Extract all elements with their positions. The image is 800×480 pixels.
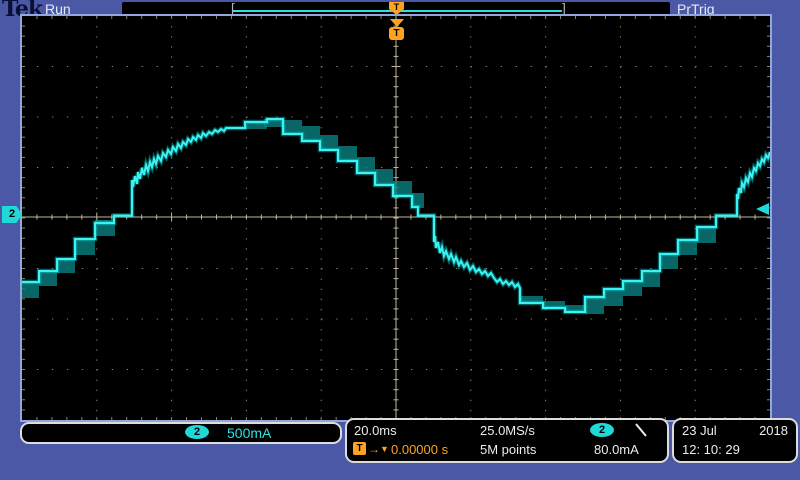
- record-length: 5M points: [480, 442, 536, 457]
- waveform-display: [22, 16, 770, 420]
- trigger-slope-falling-icon: [633, 422, 649, 438]
- trigger-position-arrow-icon: [390, 19, 404, 27]
- trigger-position-value: 0.00000 s: [391, 442, 448, 457]
- channel2-ground-marker: 2: [2, 206, 22, 223]
- channel2-badge: 2: [185, 425, 209, 439]
- marker-down-icon: ▼: [380, 444, 389, 454]
- graticule: [20, 14, 772, 422]
- channel2-scale: 500mA: [227, 425, 271, 441]
- trigger-source-badge: 2: [590, 423, 614, 437]
- arrow-right-icon: →: [368, 442, 380, 456]
- date-label: 23 Jul: [682, 423, 717, 438]
- year-label: 2018: [759, 423, 788, 438]
- time-label: 12: 10: 29: [682, 442, 740, 457]
- datetime-readout: 23 Jul 2018 12: 10: 29: [672, 418, 798, 463]
- channel2-readout: 2 500mA: [20, 422, 342, 444]
- trigger-level-value: 80.0mA: [594, 442, 639, 457]
- timebase-trigger-readout: 20.0ms 25.0MS/s 2 T → ▼ 0.00000 s 5M poi…: [345, 418, 669, 463]
- timebase-scale: 20.0ms: [354, 423, 397, 438]
- sample-rate: 25.0MS/s: [480, 423, 535, 438]
- trigger-position-badge: T: [389, 27, 404, 40]
- oscilloscope-screen: Tek Run [ ] T PrTrig T 2 2 500mA 20.0ms …: [0, 0, 800, 480]
- trigger-t-icon: T: [353, 442, 366, 455]
